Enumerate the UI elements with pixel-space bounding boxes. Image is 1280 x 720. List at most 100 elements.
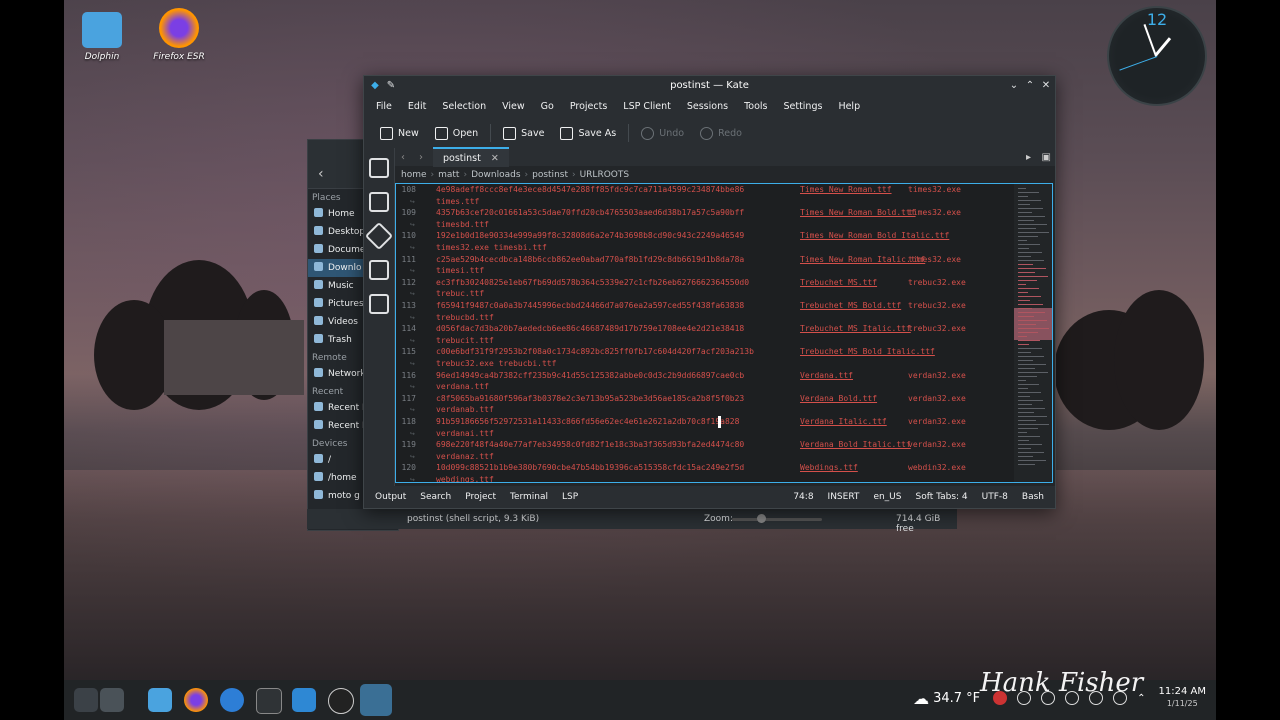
code-line-wrapped[interactable]: ↪ timesbd.ttf bbox=[396, 219, 1016, 231]
tab-postinst[interactable]: postinst ✕ bbox=[433, 147, 509, 167]
code-line[interactable]: 119 698e220f48f4a40e77af7eb34958c0fd82f1e… bbox=[396, 439, 1016, 451]
code-line-wrapped[interactable]: ↪ times32.exe timesbi.ttf bbox=[396, 242, 1016, 254]
code-line[interactable]: 108 4e98adeff8ccc8ef4e3ece8d4547e288ff85f… bbox=[396, 184, 1016, 196]
documents-icon[interactable] bbox=[369, 158, 389, 178]
places-item-label: Trash bbox=[328, 335, 352, 345]
zoom-slider[interactable] bbox=[732, 518, 822, 521]
open-button[interactable]: Open bbox=[427, 122, 486, 144]
menu-item-projects[interactable]: Projects bbox=[562, 96, 615, 118]
menu-item-sessions[interactable]: Sessions bbox=[679, 96, 736, 118]
undo-button[interactable]: Undo bbox=[633, 122, 692, 144]
code-line-wrapped[interactable]: ↪ verdana.ttf bbox=[396, 381, 1016, 393]
menu-item-go[interactable]: Go bbox=[533, 96, 562, 118]
digital-clock[interactable]: 11:24 AM 1/11/25 bbox=[1159, 686, 1206, 710]
code-line[interactable]: 111 c25ae529b4cecdbca148b6ccb862ee0abad77… bbox=[396, 254, 1016, 266]
places-item-label: Desktop bbox=[328, 227, 366, 237]
code-line-wrapped[interactable]: ↪ verdanai.ttf bbox=[396, 428, 1016, 440]
breadcrumb-item[interactable]: postinst bbox=[528, 170, 572, 180]
code-line-wrapped[interactable]: ↪ verdanab.ttf bbox=[396, 404, 1016, 416]
code-line-wrapped[interactable]: ↪ trebuc.ttf bbox=[396, 288, 1016, 300]
app-launcher-icon[interactable] bbox=[74, 688, 98, 712]
minimap-line bbox=[1018, 364, 1046, 365]
status-tab-lsp[interactable]: LSP bbox=[555, 492, 585, 502]
breadcrumb-item[interactable]: home bbox=[397, 170, 431, 180]
code-line[interactable]: 118 91b59186656f52972531a11433c866fd56e62… bbox=[396, 416, 1016, 428]
status-info-item[interactable]: Soft Tabs: 4 bbox=[908, 492, 974, 502]
breadcrumb-item[interactable]: Downloads bbox=[467, 170, 524, 180]
code-line-wrapped[interactable]: ↪ verdanaz.ttf bbox=[396, 451, 1016, 463]
code-line[interactable]: 109 4357b63cef20c01661a53c5dae70ffd20cb47… bbox=[396, 207, 1016, 219]
code-line[interactable]: 113 f65941f9487c0a0a3b7445996ecbbd24466d7… bbox=[396, 300, 1016, 312]
save-button[interactable]: Save bbox=[495, 122, 552, 144]
desktop-icon-firefox[interactable]: Firefox ESR bbox=[144, 8, 214, 62]
status-info-item[interactable]: en_US bbox=[866, 492, 908, 502]
tab-close-icon[interactable]: ✕ bbox=[491, 153, 499, 164]
menu-item-view[interactable]: View bbox=[494, 96, 533, 118]
menu-item-edit[interactable]: Edit bbox=[400, 96, 434, 118]
breadcrumb-item[interactable]: matt bbox=[434, 170, 463, 180]
code-line[interactable]: 116 96ed14949ca4b7382cff235b9c41d55c12538… bbox=[396, 370, 1016, 382]
tab-menu-icon[interactable]: ▣ bbox=[1042, 152, 1051, 163]
code-line[interactable]: 110 192e1b0d18e90334e999a99f8c32808d6a2e7… bbox=[396, 230, 1016, 242]
code-line[interactable]: 114 d056fdac7d3ba20b7aededcb6ee86c4668748… bbox=[396, 323, 1016, 335]
status-tab-search[interactable]: Search bbox=[413, 492, 458, 502]
status-info-item[interactable]: 74:8 bbox=[786, 492, 820, 502]
code-font-name: Verdana_Italic.ttf bbox=[800, 417, 887, 426]
text-editor[interactable]: 108 4e98adeff8ccc8ef4e3ece8d4547e288ff85f… bbox=[395, 183, 1053, 483]
dolphin-taskbar-icon[interactable] bbox=[148, 688, 172, 712]
code-line[interactable]: 112 ec3ffb30240825e1eb67fb69dd578b364c533… bbox=[396, 277, 1016, 289]
firefox-taskbar-icon[interactable] bbox=[184, 688, 208, 712]
kate-window[interactable]: ◆ ✎ postinst — Kate ⌄ ⌃ ✕ File Edit Select… bbox=[363, 75, 1056, 509]
code-line[interactable]: 120 10d099c88521b1b9e380b7690cbe47b54bb19… bbox=[396, 462, 1016, 474]
menu-item-lsp-client[interactable]: LSP Client bbox=[615, 96, 679, 118]
code-exe-name: trebuc32.exe bbox=[908, 301, 966, 310]
minimize-icon[interactable]: ⌄ bbox=[1007, 79, 1021, 93]
maximize-icon[interactable]: ⌃ bbox=[1023, 79, 1037, 93]
close-icon[interactable]: ✕ bbox=[1039, 79, 1053, 93]
place-folder-icon bbox=[314, 262, 323, 271]
menu-item-selection[interactable]: Selection bbox=[434, 96, 494, 118]
tab-forward-icon[interactable]: › bbox=[419, 152, 423, 163]
obs-taskbar-icon[interactable] bbox=[328, 688, 354, 714]
kate-taskbar-icon[interactable] bbox=[360, 684, 392, 716]
minimap-scrollbar[interactable] bbox=[1014, 184, 1052, 482]
code-line-wrapped[interactable]: ↪ trebucit.ttf bbox=[396, 335, 1016, 347]
code-line-wrapped[interactable]: ↪ trebuc32.exe trebucbi.ttf bbox=[396, 358, 1016, 370]
code-line[interactable]: 117 c8f5065ba91680f596af3b0378e2c3e713b95… bbox=[396, 393, 1016, 405]
tab-back-icon[interactable]: ‹ bbox=[401, 152, 405, 163]
split-view-icon[interactable]: ▸ bbox=[1026, 152, 1031, 163]
status-info-item[interactable]: Bash bbox=[1015, 492, 1051, 502]
save-as-button[interactable]: Save As bbox=[552, 122, 624, 144]
terminal-panel-icon[interactable] bbox=[369, 192, 389, 212]
filesystem-browser-icon[interactable] bbox=[369, 260, 389, 280]
back-arrow-icon[interactable]: ‹ bbox=[318, 166, 324, 182]
code-line-wrapped[interactable]: ↪ trebucbd.ttf bbox=[396, 312, 1016, 324]
git-icon[interactable] bbox=[364, 221, 394, 251]
status-info: 74:8 INSERT en_US Soft Tabs: 4 UTF-8 Bash bbox=[786, 492, 1055, 502]
kate-titlebar[interactable]: ◆ ✎ postinst — Kate ⌄ ⌃ ✕ bbox=[364, 76, 1055, 96]
status-tab-output[interactable]: Output bbox=[368, 492, 413, 502]
code-line-wrapped[interactable]: ↪ webdings.ttf bbox=[396, 474, 1016, 482]
status-tab-terminal[interactable]: Terminal bbox=[503, 492, 555, 502]
status-tab-project[interactable]: Project bbox=[458, 492, 503, 502]
menu-item-settings[interactable]: Settings bbox=[775, 96, 830, 118]
zoom-slider-handle[interactable] bbox=[757, 514, 766, 523]
menu-item-file[interactable]: File bbox=[368, 96, 400, 118]
new-button[interactable]: New bbox=[372, 122, 427, 144]
code-line-wrapped[interactable]: ↪ times.ttf bbox=[396, 196, 1016, 208]
store-taskbar-icon[interactable] bbox=[292, 688, 316, 712]
breadcrumb-item[interactable]: URLROOTS bbox=[576, 170, 634, 180]
status-info-item[interactable]: UTF-8 bbox=[975, 492, 1015, 502]
code-line[interactable]: 115 c00e6bdf31f9f2953b2f08a0c1734c892bc82… bbox=[396, 346, 1016, 358]
terminal-taskbar-icon[interactable] bbox=[256, 688, 282, 714]
weather-cloud-icon[interactable]: ☁ bbox=[913, 689, 929, 708]
discover-taskbar-icon[interactable] bbox=[220, 688, 244, 712]
code-line-wrapped[interactable]: ↪ timesi.ttf bbox=[396, 265, 1016, 277]
symbols-icon[interactable] bbox=[369, 294, 389, 314]
menu-item-help[interactable]: Help bbox=[830, 96, 868, 118]
status-info-item[interactable]: INSERT bbox=[821, 492, 867, 502]
redo-button[interactable]: Redo bbox=[692, 122, 750, 144]
menu-item-tools[interactable]: Tools bbox=[736, 96, 775, 118]
pager-icon[interactable] bbox=[100, 688, 124, 712]
desktop-icon-dolphin[interactable]: Dolphin bbox=[67, 12, 137, 62]
